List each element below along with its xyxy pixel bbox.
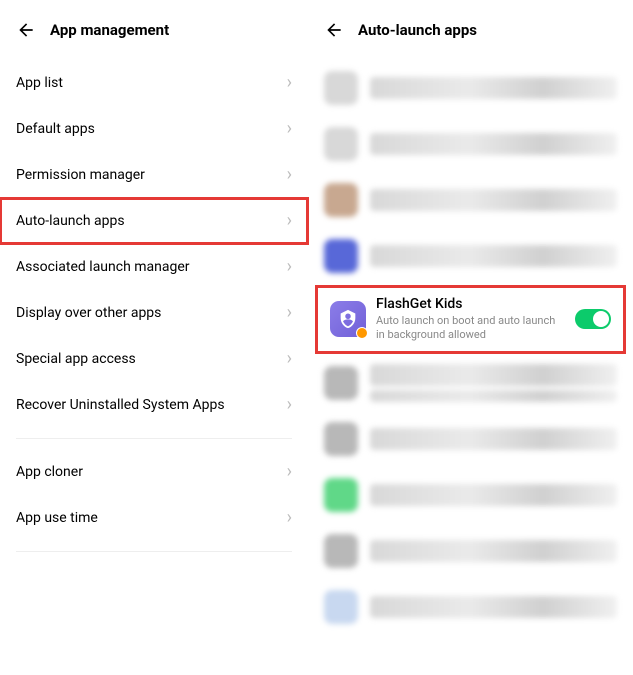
chevron-right-icon: ›	[287, 396, 292, 414]
chevron-right-icon: ›	[287, 166, 292, 184]
row-label: Recover Uninstalled System Apps	[16, 397, 225, 413]
blurred-app-icon	[324, 71, 358, 105]
chevron-right-icon: ›	[287, 350, 292, 368]
blurred-app-row	[308, 411, 633, 467]
row-label: Permission manager	[16, 167, 145, 183]
blurred-text	[370, 245, 617, 267]
row-label: App use time	[16, 510, 98, 526]
blurred-text	[370, 364, 617, 386]
blurred-text	[370, 596, 617, 618]
blurred-app-row	[308, 116, 633, 172]
blurred-app-icon	[324, 366, 358, 400]
chevron-right-icon: ›	[287, 509, 292, 527]
blurred-app-icon	[324, 183, 358, 217]
blurred-app-row	[308, 228, 633, 284]
blurred-text	[370, 189, 617, 211]
app-title: FlashGet Kids	[376, 296, 565, 312]
row-label: App cloner	[16, 464, 83, 480]
chevron-right-icon: ›	[287, 74, 292, 92]
row-associated-launch-manager[interactable]: Associated launch manager ›	[0, 244, 308, 290]
blurred-app-row	[308, 467, 633, 523]
row-auto-launch-apps[interactable]: Auto-launch apps ›	[0, 198, 308, 244]
auto-launch-toggle[interactable]	[575, 309, 611, 329]
back-icon[interactable]	[324, 20, 344, 40]
app-text: FlashGet Kids Auto launch on boot and au…	[376, 296, 565, 343]
row-app-cloner[interactable]: App cloner ›	[0, 449, 308, 495]
row-label: Associated launch manager	[16, 259, 190, 275]
app-management-pane: App management App list › Default apps ›…	[0, 0, 308, 675]
blurred-app-row	[308, 523, 633, 579]
blurred-app-icon	[324, 534, 358, 568]
chevron-right-icon: ›	[287, 304, 292, 322]
blurred-text	[370, 390, 617, 402]
blurred-text	[370, 133, 617, 155]
blurred-app-icon	[324, 422, 358, 456]
blurred-app-icon	[324, 239, 358, 273]
blurred-app-row	[308, 60, 633, 116]
row-app-use-time[interactable]: App use time ›	[0, 495, 308, 541]
chevron-right-icon: ›	[287, 120, 292, 138]
left-header: App management	[0, 12, 308, 60]
blurred-app-icon	[324, 478, 358, 512]
blurred-text	[370, 540, 617, 562]
app-subtitle: Auto launch on boot and auto launch in b…	[376, 314, 565, 343]
blurred-text	[370, 77, 617, 99]
row-label: App list	[16, 75, 63, 91]
blurred-text	[370, 484, 617, 506]
chevron-right-icon: ›	[287, 258, 292, 276]
divider	[16, 551, 292, 552]
row-label: Default apps	[16, 121, 95, 137]
back-icon[interactable]	[16, 20, 36, 40]
row-display-over-other-apps[interactable]: Display over other apps ›	[0, 290, 308, 336]
flashget-kids-icon	[330, 301, 366, 337]
chevron-right-icon: ›	[287, 212, 292, 230]
divider	[16, 438, 292, 439]
row-label: Special app access	[16, 351, 136, 367]
row-app-list[interactable]: App list ›	[0, 60, 308, 106]
row-flashget-kids[interactable]: FlashGet Kids Auto launch on boot and au…	[316, 286, 625, 353]
page-title-left: App management	[50, 21, 169, 39]
row-label: Display over other apps	[16, 305, 161, 321]
row-permission-manager[interactable]: Permission manager ›	[0, 152, 308, 198]
app-icon-badge	[356, 327, 368, 339]
blurred-app-row	[308, 172, 633, 228]
chevron-right-icon: ›	[287, 463, 292, 481]
right-header: Auto-launch apps	[308, 12, 633, 60]
row-label: Auto-launch apps	[16, 213, 125, 229]
blurred-text	[370, 428, 617, 450]
blurred-app-row	[308, 355, 633, 411]
page-title-right: Auto-launch apps	[358, 21, 477, 39]
blurred-app-row	[308, 579, 633, 635]
row-default-apps[interactable]: Default apps ›	[0, 106, 308, 152]
blurred-app-icon	[324, 590, 358, 624]
row-recover-uninstalled-system-apps[interactable]: Recover Uninstalled System Apps ›	[0, 382, 308, 428]
row-special-app-access[interactable]: Special app access ›	[0, 336, 308, 382]
auto-launch-apps-pane: Auto-launch apps FlashGet Kids Auto laun…	[308, 0, 633, 675]
toggle-knob	[593, 311, 609, 327]
blurred-app-icon	[324, 127, 358, 161]
